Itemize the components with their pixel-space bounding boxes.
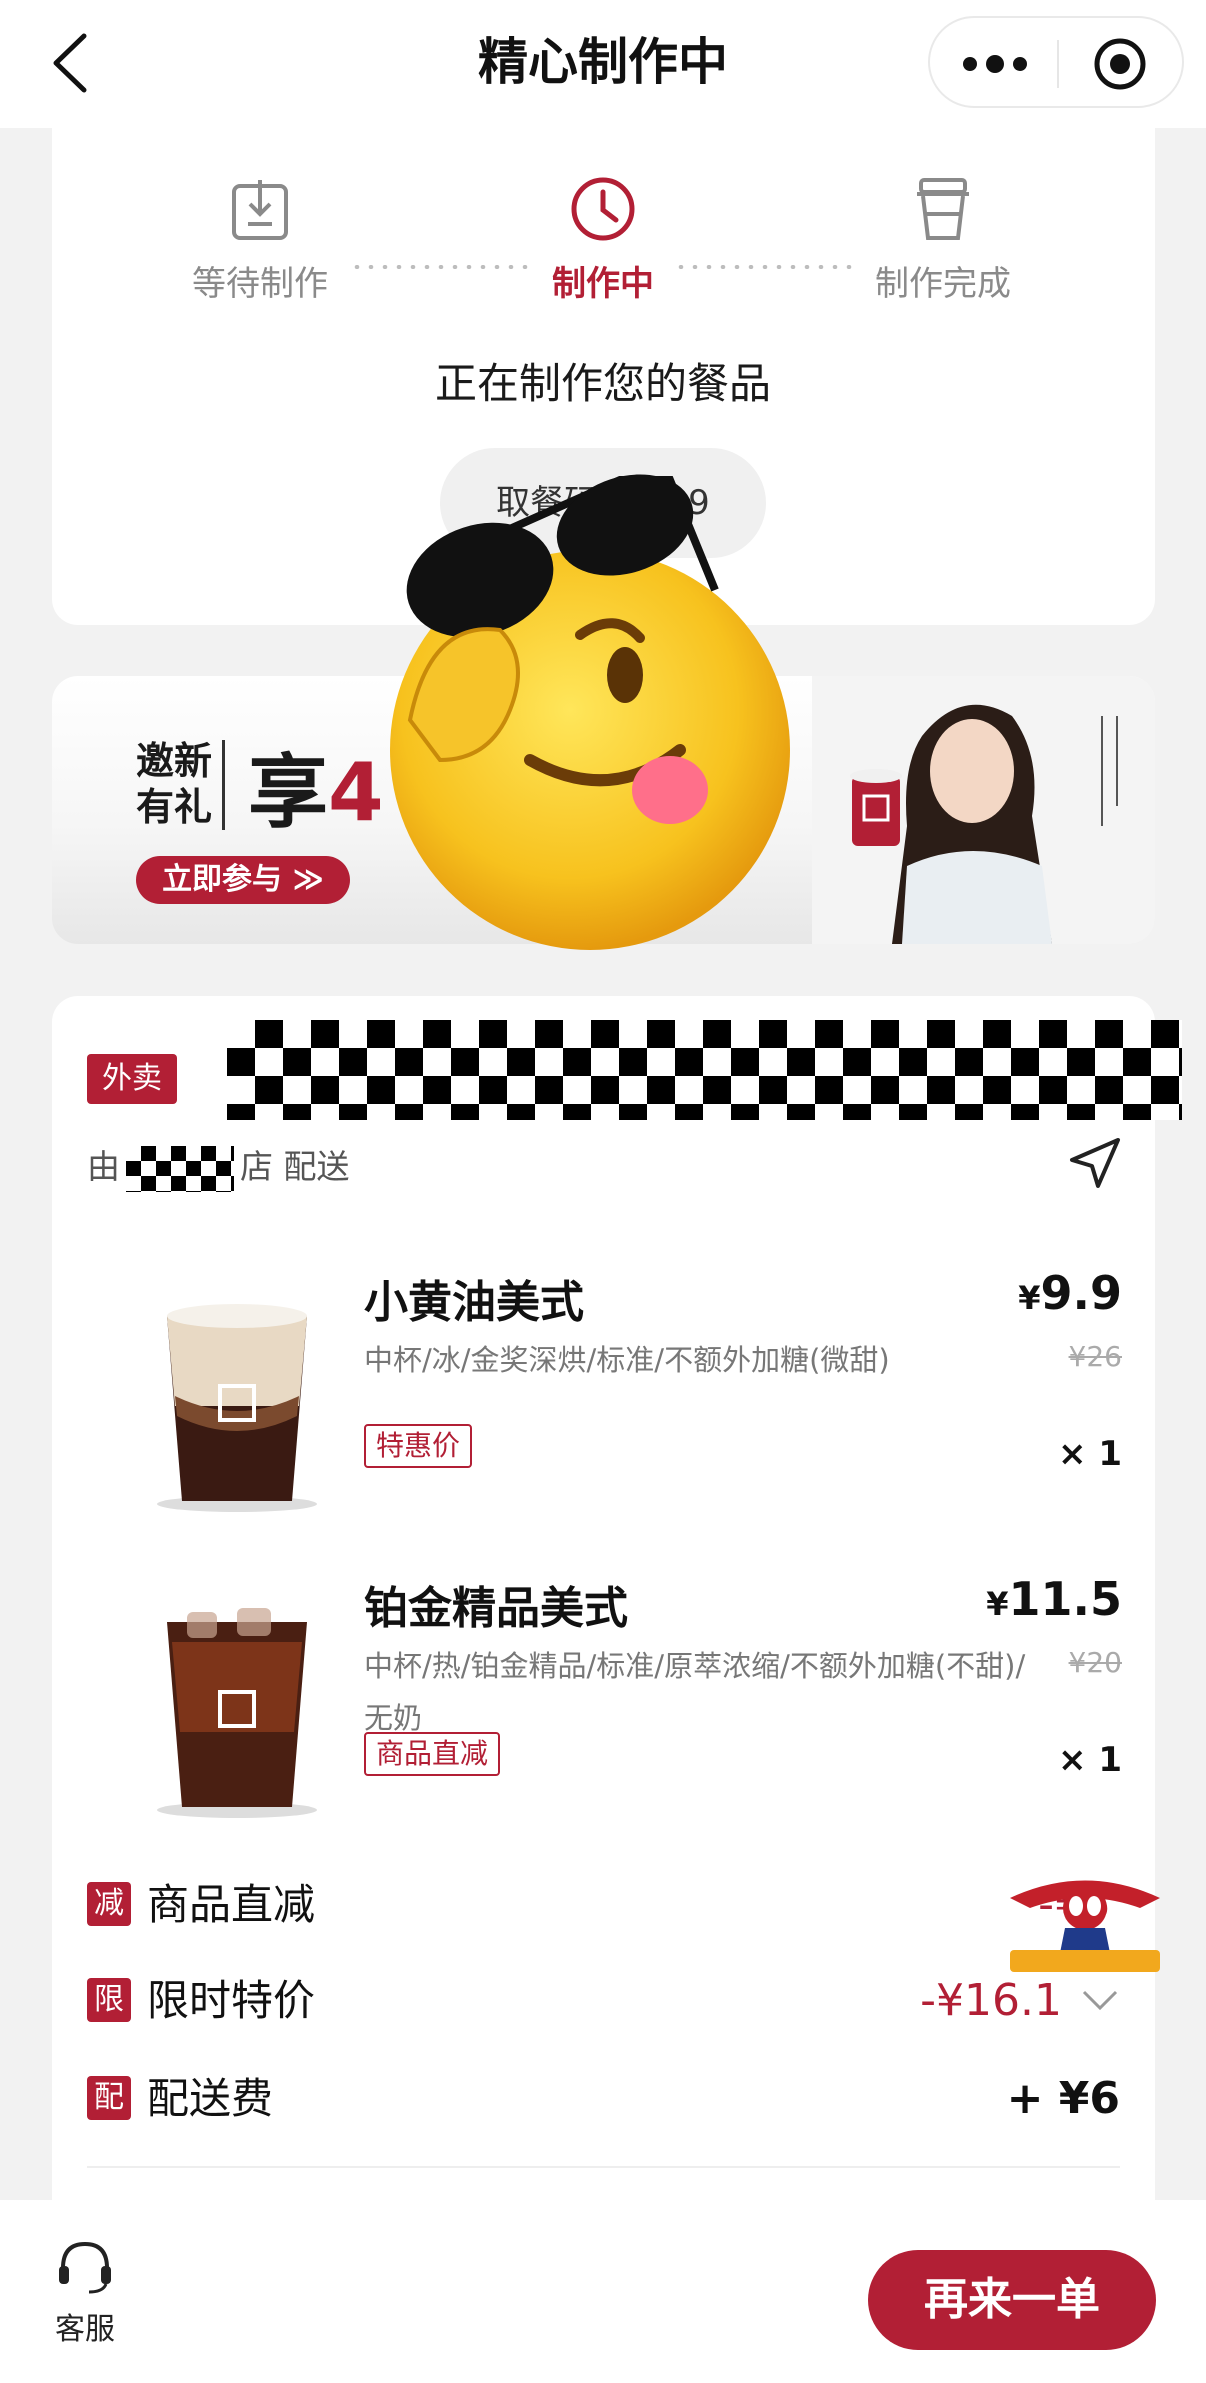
item-name: 铂金精品美式 [364,1583,628,1634]
banner-invite-line1: 邀新 [136,739,213,783]
delivered-by-text: 由 店 配送 [87,1140,350,1192]
delivery-type-tag: 外卖 [87,1054,177,1104]
spiderman-sticker [1010,1880,1160,1972]
item-price: ¥9.9 [1018,1266,1122,1320]
banner-invite-text: 邀新 有礼 [136,738,212,830]
delivered-prefix: 由 [87,1147,120,1186]
currency-symbol: ¥ [986,1585,1009,1623]
order-item[interactable]: 小黄油美式 中杯/冰/金奖深烘/标准/不额外加糖(微甜) 特惠价 ¥9.9 ¥2… [52,1266,1155,1526]
item-original-price: ¥20 [1068,1646,1122,1679]
fee-label: 配送费 [147,2074,274,2123]
item-price-value: 11.5 [1008,1572,1123,1626]
iced-americano-image [157,1608,317,1818]
step-waiting: 等待制作 [160,176,360,305]
step-making: 制作中 [503,176,703,305]
fee-row-delivery: 配 配送费 + ¥6 [87,2070,1120,2130]
chevron-down-icon[interactable] [1080,1986,1120,2016]
spokesperson-image [812,676,1155,944]
headset-icon [59,2241,111,2294]
step-label-done: 制作完成 [875,264,1011,304]
redacted-address [227,1020,1182,1120]
step-connector [674,265,854,269]
order-item[interactable]: 铂金精品美式 中杯/热/铂金精品/标准/原萃浓缩/不额外加糖(不甜)/无奶 商品… [52,1572,1155,1832]
step-done: 制作完成 [843,176,1043,305]
join-now-button[interactable]: 立即参与 ≫ [136,856,350,904]
currency-symbol: ¥ [1018,1279,1041,1317]
item-specs: 中杯/热/铂金精品/标准/原萃浓缩/不额外加糖(不甜)/无奶 [364,1649,1026,1735]
banner-invite-line2: 有礼 [136,785,213,829]
sunglasses-emoji-sticker [390,474,790,950]
fee-label: 商品直减 [147,1880,316,1929]
cup-icon [917,178,969,240]
fee-row-discount: 减 商品直减 -¥6 [87,1876,1120,1936]
banner-separator [222,740,225,830]
delivered-suffix: 店 配送 [240,1147,350,1186]
reorder-button[interactable]: 再来一单 [868,2250,1156,2350]
nav-bar: 精心制作中 [0,0,1206,128]
item-price-value: 9.9 [1040,1266,1123,1320]
order-detail-card: 外卖 由 店 配送 小黄油美式 中杯/冰/金奖深烘/标准/不额外加糖(微甜) 特惠… [52,996,1182,2383]
bottom-action-bar: 客服 再来一单 [0,2200,1206,2383]
download-box-icon [232,180,288,240]
item-original-price: ¥26 [1068,1340,1122,1373]
step-label-waiting: 等待制作 [192,264,328,304]
redacted-store-name [126,1145,234,1192]
divider [87,2166,1120,2168]
capsule-divider [1057,40,1059,88]
clock-icon [571,177,635,241]
status-message: 正在制作您的餐品 [434,359,771,408]
fee-value: + ¥6 [1006,2073,1120,2124]
item-promo-tag: 商品直减 [364,1732,501,1776]
banner-headline-prefix: 享 [248,746,328,839]
item-quantity: × 1 [1058,1434,1122,1474]
item-quantity: × 1 [1058,1740,1122,1780]
fee-badge: 配 [87,2076,131,2120]
banner-headline: 享4 [248,728,384,844]
navigation-arrow-icon[interactable] [1068,1136,1122,1190]
item-specs: 中杯/冰/金奖深烘/标准/不额外加糖(微甜) [364,1343,890,1377]
more-dots-icon[interactable] [960,44,1030,84]
fee-badge: 减 [87,1882,131,1926]
item-price: ¥11.5 [986,1572,1122,1626]
customer-service-button[interactable]: 客服 [45,2238,125,2348]
fee-badge: 限 [87,1978,131,2022]
customer-service-label: 客服 [55,2312,115,2347]
item-promo-tag: 特惠价 [364,1424,473,1468]
close-target-icon[interactable] [1092,36,1148,92]
fee-label: 限时特价 [147,1976,316,2025]
fee-row-limited[interactable]: 限 限时特价 -¥16.1 [87,1972,1120,2032]
iced-latte-image [157,1304,317,1512]
item-name: 小黄油美式 [364,1277,584,1328]
fee-value: -¥16.1 [920,1975,1062,2026]
mini-program-capsule [928,16,1184,108]
step-label-making: 制作中 [552,264,654,304]
